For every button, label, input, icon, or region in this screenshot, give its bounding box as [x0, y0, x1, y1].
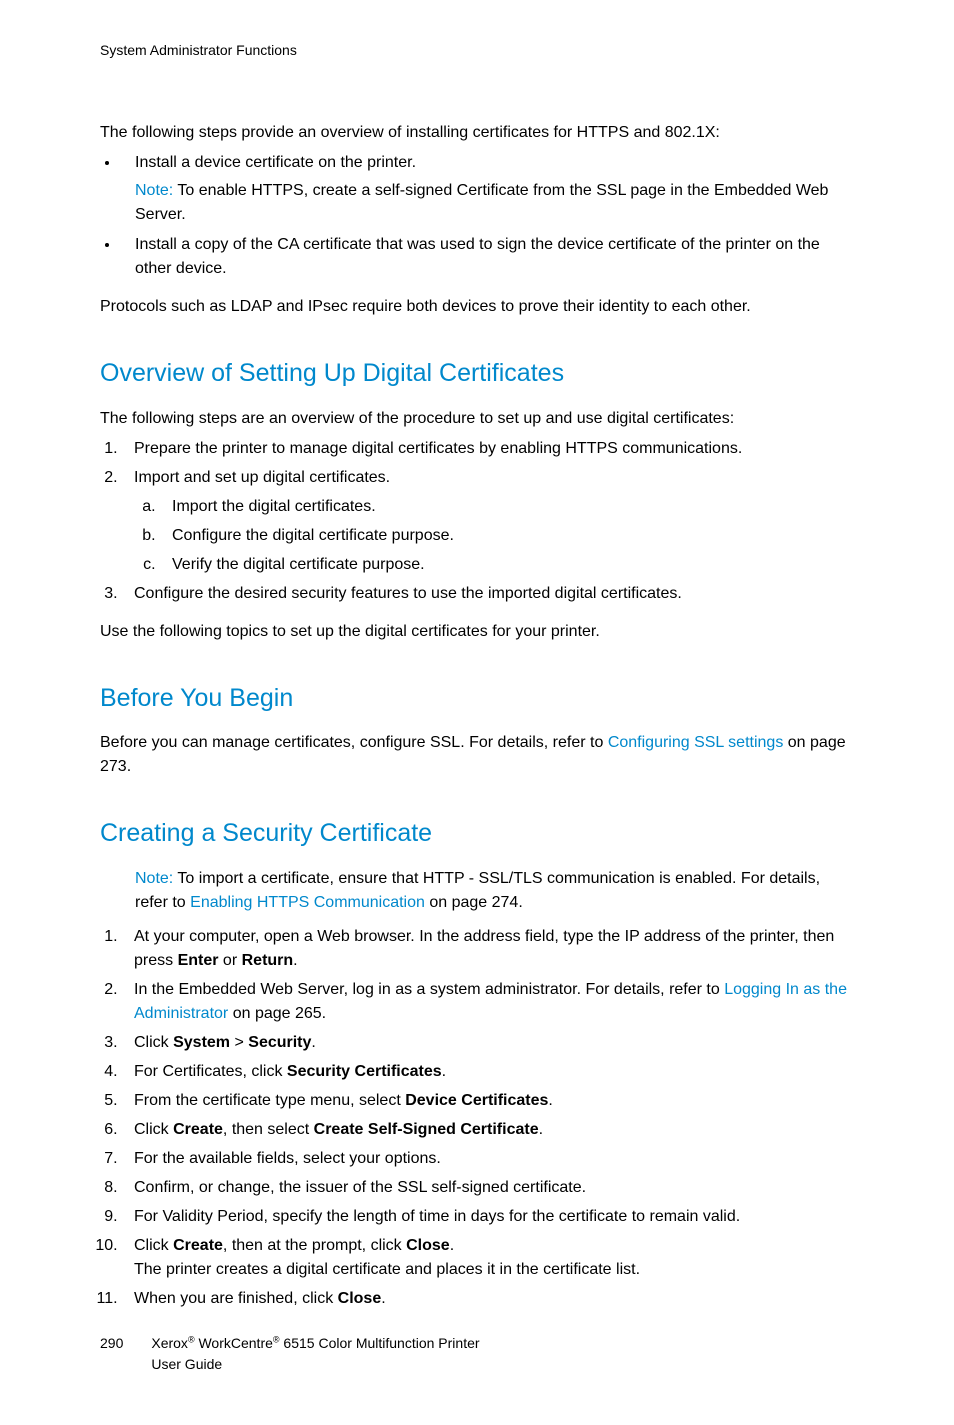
- list-item: From the certificate type menu, select D…: [122, 1089, 854, 1113]
- note-text: To enable HTTPS, create a self-signed Ce…: [135, 182, 828, 223]
- list-item: Verify the digital certificate purpose.: [160, 553, 854, 577]
- text: When you are finished, click: [134, 1290, 338, 1307]
- note-block: Note: To import a certificate, ensure th…: [100, 867, 854, 915]
- list-item: Import and set up digital certificates. …: [122, 466, 854, 577]
- list-item: Confirm, or change, the issuer of the SS…: [122, 1176, 854, 1200]
- overview-bullet-list: Install a device certificate on the prin…: [100, 151, 854, 281]
- bullet-text: Install a copy of the CA certificate tha…: [135, 236, 820, 277]
- text: Click: [134, 1237, 173, 1254]
- list-item: Click Create, then select Create Self-Si…: [122, 1118, 854, 1142]
- text: For Certificates, click: [134, 1063, 287, 1080]
- step-text: Prepare the printer to manage digital ce…: [134, 440, 742, 457]
- bold-text: Security Certificates: [287, 1063, 442, 1080]
- list-item: At your computer, open a Web browser. In…: [122, 925, 854, 973]
- text: .: [293, 952, 297, 969]
- link-configuring-ssl[interactable]: Configuring SSL settings: [608, 734, 784, 751]
- protocols-paragraph: Protocols such as LDAP and IPsec require…: [100, 295, 854, 319]
- registered-icon: ®: [188, 1334, 195, 1344]
- substep-text: Verify the digital certificate purpose.: [172, 556, 425, 573]
- text: or: [218, 952, 241, 969]
- text: Click: [134, 1121, 173, 1138]
- link-enabling-https[interactable]: Enabling HTTPS Communication: [190, 894, 425, 911]
- creating-steps: At your computer, open a Web browser. In…: [100, 925, 854, 1311]
- footer-title-block: Xerox® WorkCentre® 6515 Color Multifunct…: [151, 1333, 479, 1375]
- text: For the available fields, select your op…: [134, 1150, 441, 1167]
- bold-text: Create: [173, 1237, 223, 1254]
- list-item: Import the digital certificates.: [160, 495, 854, 519]
- step-followup: The printer creates a digital certificat…: [134, 1258, 854, 1282]
- list-item: Configure the digital certificate purpos…: [160, 524, 854, 548]
- page-footer: 290 Xerox® WorkCentre® 6515 Color Multif…: [100, 1333, 854, 1375]
- bold-text: Create Self-Signed Certificate: [314, 1121, 539, 1138]
- page-number: 290: [100, 1333, 123, 1375]
- registered-icon: ®: [273, 1334, 280, 1344]
- note-text: on page 274.: [425, 894, 523, 911]
- list-item: For Validity Period, specify the length …: [122, 1205, 854, 1229]
- note-label: Note:: [135, 182, 173, 199]
- heading-overview: Overview of Setting Up Digital Certifica…: [100, 355, 854, 393]
- text: , then select: [223, 1121, 314, 1138]
- text: From the certificate type menu, select: [134, 1092, 405, 1109]
- list-item: Install a device certificate on the prin…: [120, 151, 854, 227]
- heading-creating: Creating a Security Certificate: [100, 815, 854, 853]
- text: .: [539, 1121, 543, 1138]
- overview-outro: Use the following topics to set up the d…: [100, 620, 854, 644]
- text: .: [442, 1063, 446, 1080]
- list-item: Configure the desired security features …: [122, 582, 854, 606]
- footer-line2: User Guide: [151, 1354, 479, 1375]
- heading-before: Before You Begin: [100, 680, 854, 718]
- text: .: [381, 1290, 385, 1307]
- text: .: [311, 1034, 315, 1051]
- overview-intro: The following steps are an overview of t…: [100, 407, 854, 431]
- text: , then at the prompt, click: [223, 1237, 406, 1254]
- text: For Validity Period, specify the length …: [134, 1208, 740, 1225]
- bold-text: Security: [248, 1034, 311, 1051]
- bold-text: Device Certificates: [405, 1092, 548, 1109]
- overview-steps: Prepare the printer to manage digital ce…: [100, 437, 854, 606]
- bold-text: Close: [406, 1237, 450, 1254]
- list-item: Install a copy of the CA certificate tha…: [120, 233, 854, 281]
- note-block: Note: To enable HTTPS, create a self-sig…: [135, 179, 854, 227]
- step-text: Configure the desired security features …: [134, 585, 682, 602]
- substep-text: Import the digital certificates.: [172, 498, 376, 515]
- text: Before you can manage certificates, conf…: [100, 734, 608, 751]
- text: >: [230, 1034, 248, 1051]
- bullet-text: Install a device certificate on the prin…: [135, 154, 416, 171]
- text: .: [548, 1092, 552, 1109]
- overview-substeps: Import the digital certificates. Configu…: [134, 495, 854, 577]
- list-item: For the available fields, select your op…: [122, 1147, 854, 1171]
- text: Xerox: [151, 1335, 188, 1351]
- intro-paragraph: The following steps provide an overview …: [100, 121, 854, 145]
- text: WorkCentre: [195, 1335, 273, 1351]
- list-item: Click System > Security.: [122, 1031, 854, 1055]
- list-item: Prepare the printer to manage digital ce…: [122, 437, 854, 461]
- list-item: For Certificates, click Security Certifi…: [122, 1060, 854, 1084]
- note-label: Note:: [135, 870, 173, 887]
- footer-line1: Xerox® WorkCentre® 6515 Color Multifunct…: [151, 1333, 479, 1354]
- step-text: Import and set up digital certificates.: [134, 469, 390, 486]
- list-item: In the Embedded Web Server, log in as a …: [122, 978, 854, 1026]
- text: on page 265.: [228, 1005, 326, 1022]
- text: Click: [134, 1034, 173, 1051]
- bold-text: Return: [242, 952, 294, 969]
- bold-text: Enter: [178, 952, 219, 969]
- text: .: [450, 1237, 454, 1254]
- bold-text: Create: [173, 1121, 223, 1138]
- text: In the Embedded Web Server, log in as a …: [134, 981, 724, 998]
- before-paragraph: Before you can manage certificates, conf…: [100, 731, 854, 779]
- list-item: Click Create, then at the prompt, click …: [122, 1234, 854, 1282]
- page-header: System Administrator Functions: [100, 40, 854, 61]
- list-item: When you are finished, click Close.: [122, 1287, 854, 1311]
- bold-text: Close: [338, 1290, 382, 1307]
- text: Confirm, or change, the issuer of the SS…: [134, 1179, 586, 1196]
- bold-text: System: [173, 1034, 230, 1051]
- substep-text: Configure the digital certificate purpos…: [172, 527, 454, 544]
- text: 6515 Color Multifunction Printer: [280, 1335, 480, 1351]
